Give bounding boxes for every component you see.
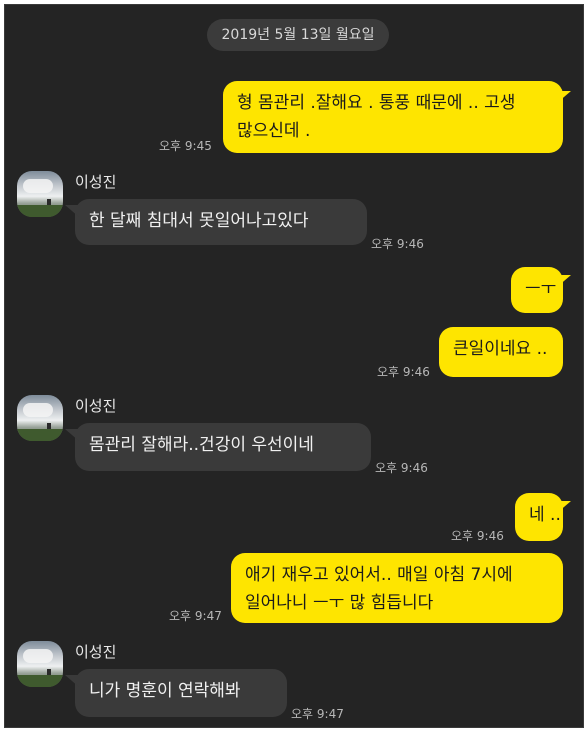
message-line: 니가 명훈이 연락해봐 bbox=[89, 681, 241, 701]
bubble-tail bbox=[65, 205, 79, 217]
message-bubble-sent[interactable]: 큰일이네요 .. bbox=[439, 327, 563, 377]
message-bubble-sent[interactable]: 네 .. bbox=[515, 493, 563, 541]
message-line: 일어나니 ㅡㅜ 많 힘듭니다 bbox=[245, 593, 434, 613]
message-time: 오후 9:45 bbox=[159, 139, 212, 153]
message-bubble-sent[interactable]: ㅡㅜ bbox=[511, 267, 563, 313]
message-line: 형 몸관리 .잘해요 . 통풍 때문에 .. 고생 bbox=[237, 93, 516, 113]
avatar[interactable] bbox=[17, 171, 63, 217]
bubble-tail bbox=[65, 675, 79, 687]
message-time: 오후 9:46 bbox=[451, 529, 504, 543]
message-time: 오후 9:47 bbox=[169, 609, 222, 623]
date-divider: 2019년 5월 13일 월요일 bbox=[207, 19, 389, 51]
message-bubble-received[interactable]: 몸관리 잘해라..건강이 우선이네 bbox=[75, 423, 371, 471]
message-line: 몸관리 잘해라..건강이 우선이네 bbox=[89, 435, 314, 455]
contact-name: 이성진 bbox=[75, 173, 117, 191]
message-line: 네 .. bbox=[529, 505, 561, 525]
bubble-tail bbox=[557, 275, 571, 287]
message-bubble-received[interactable]: 니가 명훈이 연락해봐 bbox=[75, 669, 287, 717]
avatar[interactable] bbox=[17, 641, 63, 687]
contact-name: 이성진 bbox=[75, 643, 117, 661]
message-bubble-sent[interactable]: 애기 재우고 있어서.. 매일 아침 7시에 일어나니 ㅡㅜ 많 힘듭니다 bbox=[231, 553, 563, 623]
bubble-tail bbox=[557, 501, 571, 513]
message-line: ㅡㅜ bbox=[525, 279, 557, 299]
contact-name: 이성진 bbox=[75, 397, 117, 415]
message-time: 오후 9:46 bbox=[375, 461, 428, 475]
message-line: 많으신데 . bbox=[237, 121, 311, 141]
message-time: 오후 9:47 bbox=[291, 707, 344, 721]
avatar[interactable] bbox=[17, 395, 63, 441]
message-bubble-sent[interactable]: 형 몸관리 .잘해요 . 통풍 때문에 .. 고생 많으신데 . bbox=[223, 81, 563, 153]
bubble-tail bbox=[557, 91, 571, 103]
bubble-tail bbox=[65, 429, 79, 441]
message-line: 애기 재우고 있어서.. 매일 아침 7시에 bbox=[245, 565, 513, 585]
message-line: 한 달째 침대서 못일어나고있다 bbox=[89, 211, 309, 231]
message-bubble-received[interactable]: 한 달째 침대서 못일어나고있다 bbox=[75, 199, 367, 245]
chat-window: 2019년 5월 13일 월요일 형 몸관리 .잘해요 . 통풍 때문에 .. … bbox=[4, 4, 584, 728]
message-time: 오후 9:46 bbox=[371, 237, 424, 251]
message-line: 큰일이네요 .. bbox=[453, 339, 548, 359]
message-time: 오후 9:46 bbox=[377, 365, 430, 379]
